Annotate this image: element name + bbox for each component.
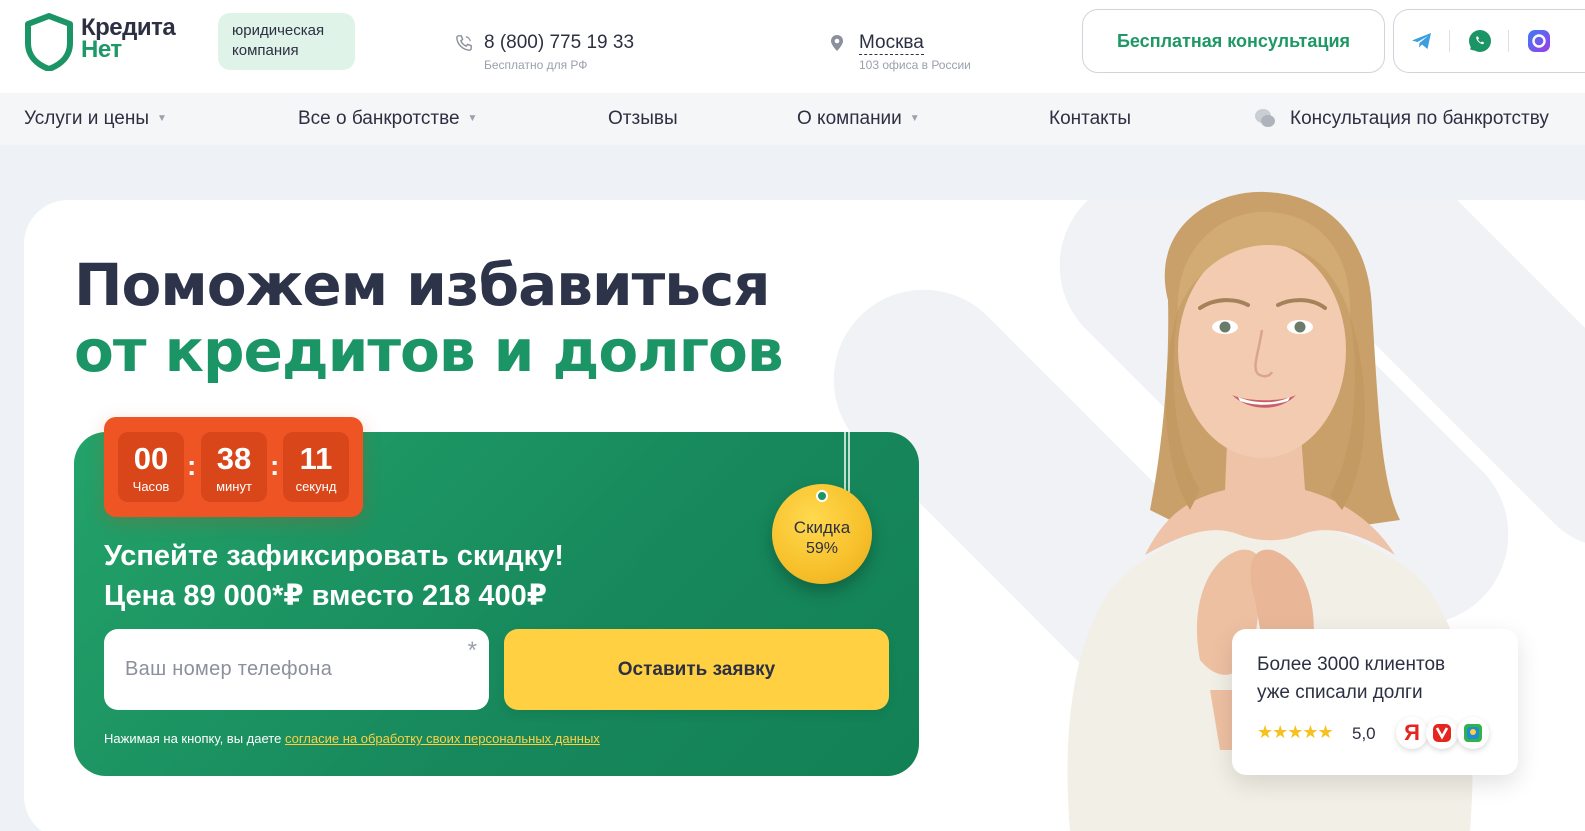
- offer-text: Успейте зафиксировать скидку! Цена 89 00…: [104, 536, 564, 616]
- nav-item-reviews[interactable]: Отзывы: [608, 108, 678, 130]
- reviews-card: Более 3000 клиентов уже списали долги ★★…: [1232, 629, 1518, 775]
- phone-note: Бесплатно для РФ: [484, 58, 588, 72]
- timer-hours-label: Часов: [132, 479, 170, 494]
- social-separator: [1508, 30, 1509, 52]
- nav-label: Отзывы: [608, 108, 678, 129]
- consent-notice: Нажимая на кнопку, вы даете согласие на …: [104, 731, 600, 746]
- city-name[interactable]: Москва: [859, 32, 924, 55]
- whatsapp-icon[interactable]: [1467, 28, 1493, 54]
- location-pin-icon: [831, 35, 843, 51]
- phone-input[interactable]: Ваш номер телефона *: [104, 629, 489, 710]
- timer-hours-value: 00: [133, 441, 169, 476]
- chevron-down-icon: ▼: [156, 113, 167, 125]
- timer-minutes: 38 минут: [201, 432, 267, 502]
- reviews-card-title: Более 3000 клиентов уже списали долги: [1257, 651, 1445, 707]
- yandex-services-icon[interactable]: [1426, 717, 1458, 749]
- rating-stars: ★★★★★: [1257, 722, 1334, 742]
- timer-minutes-label: минут: [216, 479, 252, 494]
- social-links: [1393, 9, 1585, 73]
- nav-item-about-company[interactable]: О компании ▼: [797, 108, 920, 130]
- chevron-down-icon: ▼: [467, 113, 478, 125]
- logo-line2: Нет: [81, 36, 122, 63]
- city-offices-note: 103 офиса в России: [859, 58, 971, 72]
- social-separator: [1449, 30, 1450, 52]
- timer-seconds: 11 секунд: [283, 432, 349, 502]
- rating-value: 5,0: [1352, 724, 1376, 743]
- required-asterisk: *: [467, 637, 477, 664]
- free-consultation-button[interactable]: Бесплатная консультация: [1082, 9, 1385, 73]
- tag-hole: [816, 490, 828, 502]
- telegram-icon[interactable]: [1409, 28, 1435, 54]
- max-messenger-icon[interactable]: [1526, 28, 1552, 54]
- tag-string: [844, 432, 850, 492]
- nav-label: Контакты: [1049, 108, 1132, 129]
- nav-item-about-bankruptcy[interactable]: Все о банкротстве ▼: [298, 108, 477, 130]
- timer-hours: 00 Часов: [118, 432, 184, 502]
- hero-title-line2: от кредитов и долгов: [74, 317, 784, 385]
- chat-bubbles-icon: [1255, 109, 1275, 127]
- hero-title: Поможем избавиться от кредитов и долгов: [74, 251, 784, 385]
- timer-separator: :: [187, 450, 197, 481]
- phone-number[interactable]: 8 (800) 775 19 33: [484, 32, 634, 54]
- nav-label: О компании: [797, 108, 902, 129]
- reviews-card-line1: Более 3000 клиентов: [1257, 654, 1446, 675]
- company-logo[interactable]: Кредита Нет: [24, 13, 204, 71]
- countdown-timer: 00 Часов : 38 минут : 11 секунд: [104, 417, 363, 517]
- phone-icon: [456, 35, 472, 51]
- main-nav: Услуги и цены ▼ Все о банкротстве ▼ Отзывы…: [0, 93, 1585, 145]
- company-type-badge: юридическая компания: [218, 13, 355, 70]
- offer-line2: Цена 89 000*₽ вместо 218 400₽: [104, 580, 547, 612]
- top-header: Кредита Нет юридическая компания 8 (800)…: [0, 0, 1585, 93]
- discount-label: Скидка: [793, 518, 851, 537]
- nav-item-bankruptcy-consultation[interactable]: Консультация по банкротству: [1290, 108, 1549, 130]
- timer-seconds-label: секунд: [295, 479, 337, 494]
- consent-link[interactable]: согласие на обработку своих персональных…: [285, 731, 600, 746]
- offer-line1: Успейте зафиксировать скидку!: [104, 540, 564, 572]
- nav-item-services[interactable]: Услуги и цены ▼: [24, 108, 167, 130]
- discount-value: 59%: [805, 540, 839, 557]
- nav-label: Все о банкротстве: [298, 108, 460, 129]
- timer-minutes-value: 38: [216, 441, 252, 476]
- nav-label: Услуги и цены: [24, 108, 149, 129]
- nav-item-contacts[interactable]: Контакты: [1049, 108, 1131, 130]
- nav-label: Консультация по банкротству: [1290, 108, 1549, 129]
- reviews-card-line2: уже списали долги: [1257, 682, 1423, 703]
- phone-input-placeholder: Ваш номер телефона: [125, 658, 333, 680]
- yandex-icon[interactable]: Я: [1396, 717, 1428, 749]
- 2gis-icon[interactable]: [1457, 717, 1489, 749]
- chevron-down-icon: ▼: [909, 113, 920, 125]
- discount-tag: Скидка 59%: [772, 484, 872, 584]
- timer-separator: :: [270, 450, 280, 481]
- consent-text: Нажимая на кнопку, вы даете: [104, 731, 285, 746]
- logo-wordmark: Кредита Нет: [81, 16, 176, 63]
- timer-seconds-value: 11: [299, 441, 333, 476]
- hero-title-line1: Поможем избавиться: [74, 251, 771, 319]
- submit-request-button[interactable]: Оставить заявку: [504, 629, 889, 710]
- shield-logo-icon: [25, 13, 73, 71]
